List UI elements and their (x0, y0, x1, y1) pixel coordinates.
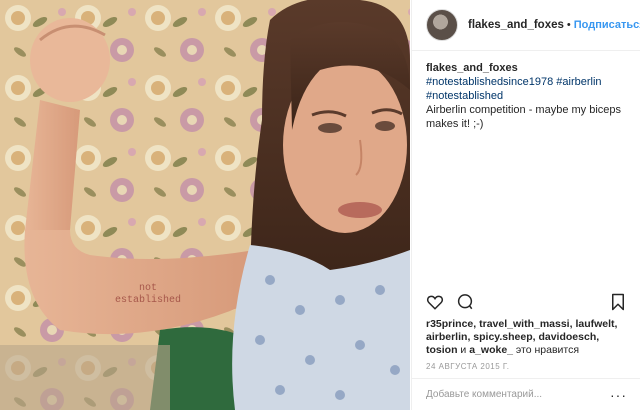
like-user[interactable]: laufwelt (575, 318, 614, 330)
like-user[interactable]: travel_with_massi (479, 318, 569, 330)
action-bar (426, 293, 626, 315)
caption: flakes_and_foxes #notestablishedsince197… (412, 51, 640, 301)
like-user[interactable]: airberlin (426, 331, 467, 343)
likes-suffix: это нравится (515, 344, 580, 356)
post-sidebar: flakes_and_foxes • Подписаться flakes_an… (411, 0, 640, 410)
comment-input[interactable] (426, 389, 610, 400)
comment-icon[interactable] (456, 293, 474, 316)
hashtag-link[interactable]: #notestablished (426, 90, 503, 102)
post-date[interactable]: 24 АВГУСТА 2015 Г. (426, 362, 510, 371)
hashtag-link[interactable]: #airberlin (556, 76, 601, 88)
instagram-post: not established flakes_and_foxes • Подпи… (0, 0, 640, 410)
comment-bar: ··· (412, 378, 640, 410)
post-photo[interactable]: not established (0, 0, 410, 410)
follow-button[interactable]: Подписаться (574, 19, 640, 31)
likes-connector: и (460, 344, 467, 356)
bookmark-icon[interactable] (610, 293, 626, 316)
tattoo-line1: not (139, 283, 157, 294)
heart-icon[interactable] (426, 293, 444, 316)
more-options-icon[interactable]: ··· (610, 388, 626, 402)
post-image: not established (0, 0, 410, 410)
hashtag-link[interactable]: #notestablishedsince1978 (426, 76, 553, 88)
like-user[interactable]: a_woke_ (469, 344, 513, 356)
caption-text: Airberlin competition - maybe my biceps … (426, 104, 622, 130)
post-header: flakes_and_foxes • Подписаться (412, 0, 640, 51)
like-user[interactable]: r35prince (426, 318, 473, 330)
likes-summary: r35prince, travel_with_massi, laufwelt, … (426, 318, 618, 356)
avatar[interactable] (426, 9, 458, 41)
header-username[interactable]: flakes_and_foxes (468, 19, 564, 31)
like-user[interactable]: davidoesch (538, 331, 596, 343)
like-user[interactable]: tosion (426, 344, 458, 356)
header-separator: • (566, 19, 571, 31)
tattoo-line2: established (115, 294, 181, 306)
like-user[interactable]: spicy.sheep (473, 331, 532, 343)
caption-username[interactable]: flakes_and_foxes (426, 62, 518, 74)
